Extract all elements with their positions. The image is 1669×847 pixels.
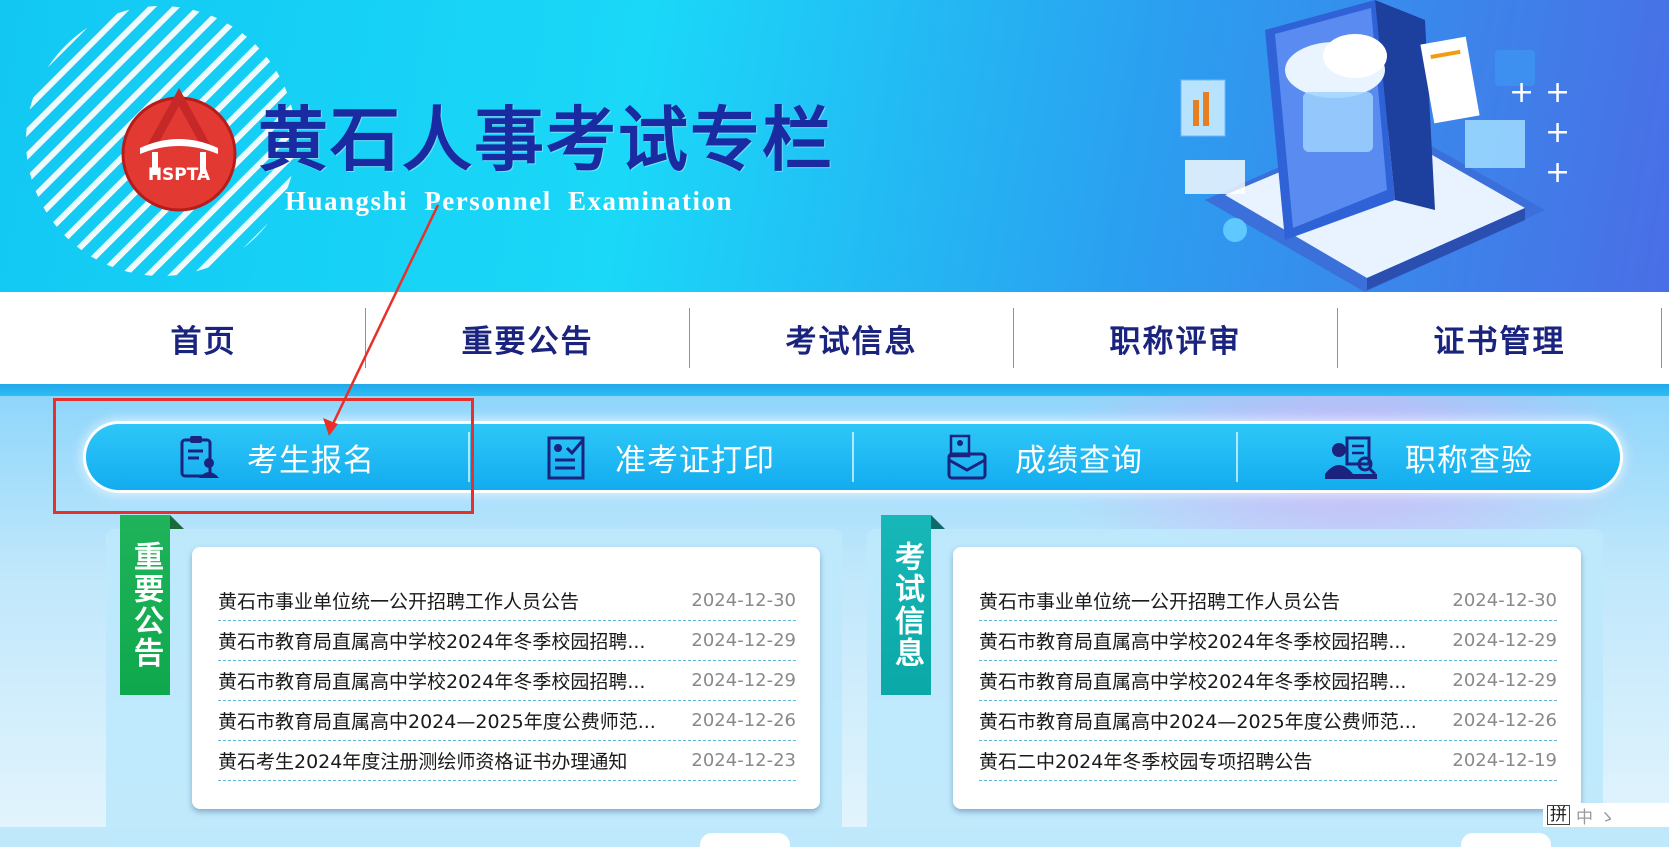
list-item[interactable]: 黄石市教育局直属高中2024—2025年度公费师范... 2024-12-26 xyxy=(218,701,796,741)
news-date: 2024-12-23 xyxy=(691,750,796,771)
nav-divider-bar xyxy=(0,384,1669,396)
annotation-highlight-box xyxy=(53,398,474,514)
list-item[interactable]: 黄石二中2024年冬季校园专项招聘公告 2024-12-19 xyxy=(979,741,1557,781)
quick-link-label: 职称查验 xyxy=(1405,442,1533,479)
briefcase-icon xyxy=(947,434,987,480)
news-date: 2024-12-29 xyxy=(1452,630,1557,651)
ime-extra-icons: 中 ⁠ゝ ⁠⁠ xyxy=(1576,807,1621,828)
quick-link-label: 准考证打印 xyxy=(615,442,775,479)
ime-mode-indicator[interactable]: 拼 xyxy=(1547,805,1570,825)
news-title[interactable]: 黄石市教育局直属高中学校2024年冬季校园招聘... xyxy=(218,667,645,694)
nav-item-home[interactable]: 首页 xyxy=(42,308,366,368)
site-banner: HSPTA 黄石人事考试专栏 Huangshi Personnel Examin… xyxy=(0,0,1669,292)
ime-toolbar[interactable]: 拼 中 ⁠ゝ ⁠⁠ xyxy=(1543,803,1669,828)
list-item[interactable]: 黄石市教育局直属高中学校2024年冬季校园招聘... 2024-12-29 xyxy=(218,661,796,701)
news-title[interactable]: 黄石市教育局直属高中学校2024年冬季校园招聘... xyxy=(979,627,1406,654)
news-title[interactable]: 黄石市教育局直属高中学校2024年冬季校园招聘... xyxy=(218,627,645,654)
news-date: 2024-12-26 xyxy=(1452,710,1557,731)
nav-item-announcements[interactable]: 重要公告 xyxy=(366,308,690,368)
logo-text: HSPTA xyxy=(148,165,211,185)
isometric-book-illustration-icon: + + + + xyxy=(1180,0,1570,292)
announcements-panel: 重要公告 黄石市事业单位统一公开招聘工作人员公告 2024-12-30 黄石市教… xyxy=(106,515,842,847)
news-date: 2024-12-19 xyxy=(1452,750,1557,771)
news-title[interactable]: 黄石考生2024年度注册测绘师资格证书办理通知 xyxy=(218,747,627,774)
news-title[interactable]: 黄石市事业单位统一公开招聘工作人员公告 xyxy=(979,587,1340,614)
announcements-list: 黄石市事业单位统一公开招聘工作人员公告 2024-12-30 黄石市教育局直属高… xyxy=(218,581,796,781)
list-item[interactable]: 黄石市教育局直属高中学校2024年冬季校园招聘... 2024-12-29 xyxy=(218,621,796,661)
svg-text:+: + xyxy=(1545,75,1570,110)
list-item[interactable]: 黄石市教育局直属高中学校2024年冬季校园招聘... 2024-12-29 xyxy=(979,661,1557,701)
quick-link-admission-ticket[interactable]: 准考证打印 xyxy=(470,432,854,482)
news-title[interactable]: 黄石二中2024年冬季校园专项招聘公告 xyxy=(979,747,1312,774)
announcements-card: 黄石市事业单位统一公开招聘工作人员公告 2024-12-30 黄石市教育局直属高… xyxy=(192,547,820,809)
page-subtitle: Huangshi Personnel Examination xyxy=(285,186,734,216)
checklist-icon xyxy=(547,436,585,480)
news-title[interactable]: 黄石市教育局直属高中2024—2025年度公费师范... xyxy=(979,707,1417,734)
exam-info-heading: 考试信息 xyxy=(881,515,945,695)
list-item[interactable]: 黄石市教育局直属高中学校2024年冬季校园招聘... 2024-12-29 xyxy=(979,621,1557,661)
nav-item-title-review[interactable]: 职称评审 xyxy=(1014,308,1338,368)
announcements-heading: 重要公告 xyxy=(120,515,184,695)
more-tab[interactable] xyxy=(1461,833,1551,847)
news-date: 2024-12-29 xyxy=(691,630,796,651)
list-item[interactable]: 黄石考生2024年度注册测绘师资格证书办理通知 2024-12-23 xyxy=(218,741,796,781)
news-date: 2024-12-30 xyxy=(1452,590,1557,611)
news-date: 2024-12-26 xyxy=(691,710,796,731)
news-date: 2024-12-30 xyxy=(691,590,796,611)
news-date: 2024-12-29 xyxy=(691,670,796,691)
hspta-logo-icon: HSPTA xyxy=(121,88,237,212)
svg-text:+: + xyxy=(1545,155,1570,190)
nav-item-certificate-management[interactable]: 证书管理 xyxy=(1338,308,1662,368)
quick-link-title-verification[interactable]: 职称查验 xyxy=(1238,432,1620,482)
svg-text:+: + xyxy=(1509,75,1534,110)
person-search-icon xyxy=(1325,436,1377,479)
news-date: 2024-12-29 xyxy=(1452,670,1557,691)
exam-info-panel: 考试信息 黄石市事业单位统一公开招聘工作人员公告 2024-12-30 黄石市教… xyxy=(867,515,1603,847)
list-item[interactable]: 黄石市教育局直属高中2024—2025年度公费师范... 2024-12-26 xyxy=(979,701,1557,741)
exam-info-list: 黄石市事业单位统一公开招聘工作人员公告 2024-12-30 黄石市教育局直属高… xyxy=(979,581,1557,781)
quick-link-label: 成绩查询 xyxy=(1015,442,1143,479)
page-title: 黄石人事考试专栏 xyxy=(258,98,834,181)
news-title[interactable]: 黄石市教育局直属高中2024—2025年度公费师范... xyxy=(218,707,656,734)
news-title[interactable]: 黄石市事业单位统一公开招聘工作人员公告 xyxy=(218,587,579,614)
list-item[interactable]: 黄石市事业单位统一公开招聘工作人员公告 2024-12-30 xyxy=(979,581,1557,621)
more-tab[interactable] xyxy=(700,833,790,847)
quick-link-score-query[interactable]: 成绩查询 xyxy=(854,432,1238,482)
main-nav: 首页 重要公告 考试信息 职称评审 证书管理 xyxy=(0,292,1669,384)
exam-info-card: 黄石市事业单位统一公开招聘工作人员公告 2024-12-30 黄石市教育局直属高… xyxy=(953,547,1581,809)
list-item[interactable]: 黄石市事业单位统一公开招聘工作人员公告 2024-12-30 xyxy=(218,581,796,621)
nav-item-exam-info[interactable]: 考试信息 xyxy=(690,308,1014,368)
news-title[interactable]: 黄石市教育局直属高中学校2024年冬季校园招聘... xyxy=(979,667,1406,694)
svg-text:+: + xyxy=(1545,115,1570,150)
